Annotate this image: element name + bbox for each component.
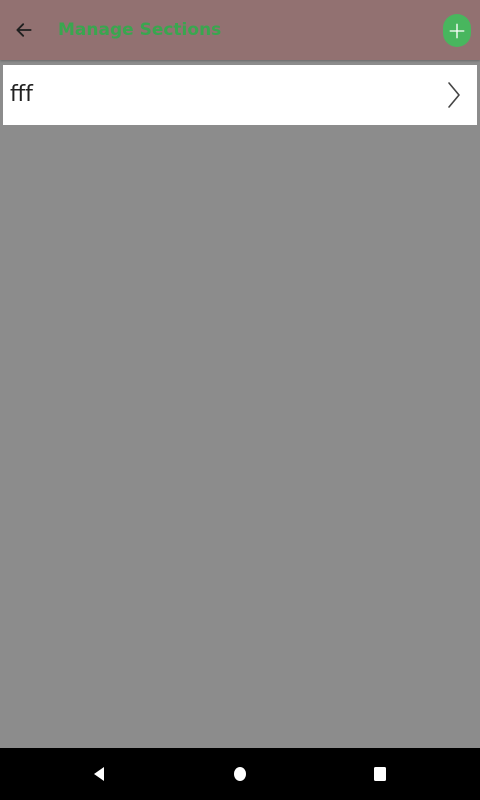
chevron-right-icon	[448, 82, 460, 108]
nav-home-icon	[234, 767, 246, 781]
page-title: Manage Sections	[58, 20, 222, 40]
system-nav-bar	[0, 748, 480, 800]
nav-back-icon	[94, 767, 104, 781]
nav-back-button[interactable]	[85, 760, 113, 788]
nav-recents-icon	[374, 767, 386, 781]
list-item[interactable]: fff	[3, 65, 477, 125]
back-button[interactable]	[8, 14, 40, 46]
nav-recents-button[interactable]	[366, 760, 394, 788]
screen: Manage Sections fff	[0, 0, 480, 800]
nav-home-button[interactable]	[226, 760, 254, 788]
sections-list: fff	[3, 65, 477, 125]
list-item-label: fff	[10, 82, 33, 107]
plus-icon	[449, 23, 465, 38]
add-section-button[interactable]	[443, 14, 471, 47]
arrow-left-icon	[16, 23, 32, 37]
app-bar: Manage Sections	[0, 0, 480, 60]
